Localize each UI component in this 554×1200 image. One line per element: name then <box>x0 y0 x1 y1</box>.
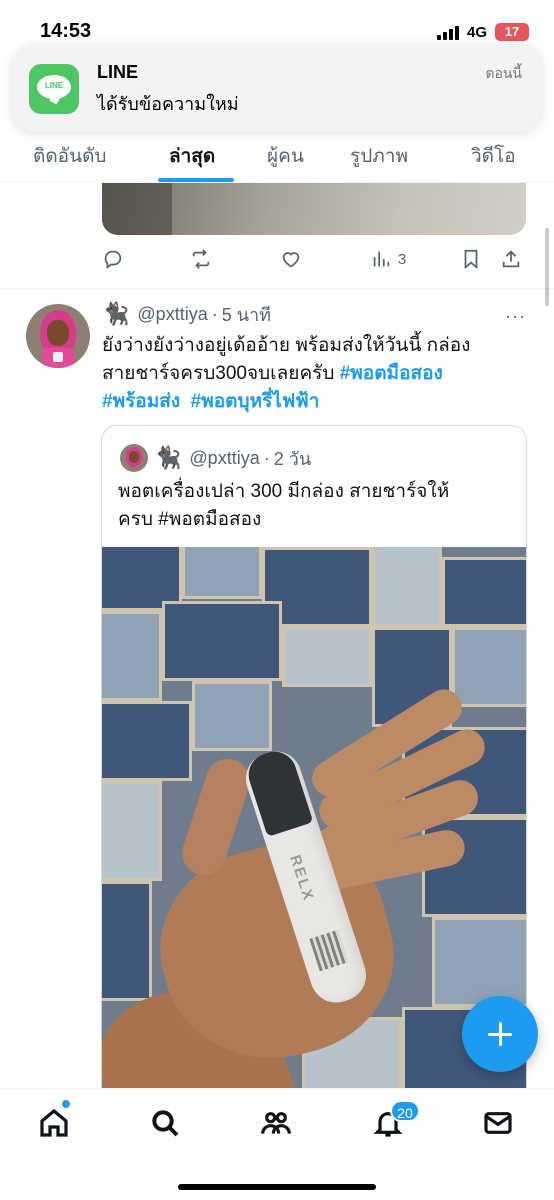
home-indicator[interactable] <box>178 1184 376 1190</box>
views-count: 3 <box>398 250 407 268</box>
user-handle[interactable]: @pxttiya <box>137 304 207 325</box>
previous-tweet-image[interactable] <box>102 183 526 235</box>
repost-button[interactable] <box>190 246 212 272</box>
battery-icon: 17 <box>495 23 529 41</box>
tab-top[interactable]: ติดอันดับ <box>33 141 106 171</box>
status-time: 14:53 <box>40 20 92 42</box>
nav-communities[interactable] <box>260 1107 294 1141</box>
network-type: 4G <box>467 24 488 41</box>
nav-search[interactable] <box>149 1107 183 1141</box>
tweet-text-line1: ยังว่างยังว่างอยู่เด้ออ้าย พร้อมส่งให้วั… <box>102 335 471 356</box>
hashtag-link[interactable]: #พอตมือสอง <box>340 363 443 384</box>
communities-icon <box>261 1112 291 1134</box>
quote-user-handle: @pxttiya <box>189 447 260 468</box>
repost-icon <box>192 249 210 269</box>
quoted-tweet[interactable]: 🐈‍⬛ @pxttiya · 2 วัน พอตเครื่องเปล่า 300… <box>101 425 527 1125</box>
tweet-time[interactable]: 5 นาที <box>222 300 271 329</box>
notification-message: ได้รับข้อความใหม่ <box>97 94 239 114</box>
black-cat-emoji: 🐈‍⬛ <box>102 301 130 326</box>
quote-header: 🐈‍⬛ @pxttiya · 2 วัน <box>154 444 311 472</box>
reply-button[interactable] <box>102 246 124 272</box>
line-app-icon: LINE <box>29 64 79 114</box>
tab-latest[interactable]: ล่าสุด <box>169 141 215 171</box>
home-icon <box>40 1108 68 1137</box>
notification-banner[interactable]: LINE LINE ได้รับข้อความใหม่ ตอนนี้ <box>12 44 542 132</box>
scrollbar[interactable] <box>545 228 549 306</box>
views-chart-icon <box>373 251 390 267</box>
black-cat-emoji: 🐈‍⬛ <box>154 445 182 470</box>
home-new-indicator <box>62 1100 70 1108</box>
reply-icon <box>104 250 122 269</box>
previous-tweet-actions: 3 <box>100 246 530 272</box>
bookmark-icon <box>464 249 478 270</box>
messages-icon <box>484 1112 512 1134</box>
views-button[interactable]: 3 <box>370 246 406 272</box>
avatar[interactable] <box>26 304 90 368</box>
status-bar: 14:53 4G 17 <box>0 0 554 48</box>
search-tabs: ติดอันดับ ล่าสุด ผู้คน รูปภาพ วิดีโอ <box>0 135 554 183</box>
nav-messages[interactable] <box>482 1107 516 1141</box>
like-button[interactable] <box>280 246 302 272</box>
search-icon <box>152 1110 179 1137</box>
tab-videos[interactable]: วิดีโอ <box>471 141 516 171</box>
tweet-header: 🐈‍⬛ @pxttiya · 5 นาที <box>102 300 271 328</box>
tab-photos[interactable]: รูปภาพ <box>350 141 408 171</box>
share-icon <box>502 250 520 268</box>
notifications-badge: 20 <box>390 1100 420 1122</box>
cellular-signal-icon <box>437 26 461 40</box>
compose-tweet-button[interactable] <box>462 996 538 1072</box>
tweet-divider <box>0 288 554 289</box>
hashtag-link[interactable]: #พร้อมส่ง <box>102 391 180 412</box>
quote-avatar <box>120 444 148 472</box>
separator-dot: · <box>211 303 218 324</box>
more-options-icon[interactable]: ··· <box>505 306 526 327</box>
quote-text-line1: พอตเครื่องเปล่า 300 มีกล่อง สายชาร์จให้ <box>118 481 450 502</box>
separator-dot: · <box>263 447 270 468</box>
bookmark-button[interactable] <box>460 246 482 272</box>
product-logo: RELX <box>286 852 318 904</box>
active-tab-indicator <box>158 178 234 182</box>
quote-text: พอตเครื่องเปล่า 300 มีกล่อง สายชาร์จให้ … <box>118 478 510 534</box>
share-button[interactable] <box>500 246 522 272</box>
quote-hashtag: #พอตมือสอง <box>158 509 262 530</box>
tweet-text-line2: สายชาร์จครบ300จบเลยครับ <box>102 363 340 384</box>
heart-icon <box>282 252 300 268</box>
quote-time: 2 วัน <box>273 448 312 469</box>
hashtag-link[interactable]: #พอตบุหรี่ไฟฟ้า <box>191 391 320 412</box>
notification-title: LINE <box>97 62 139 82</box>
tweet-text: ยังว่างยังว่างอยู่เด้ออ้าย พร้อมส่งให้วั… <box>102 332 522 416</box>
quote-text-line2: ครบ <box>118 509 159 530</box>
tab-people[interactable]: ผู้คน <box>267 141 304 171</box>
nav-home[interactable] <box>38 1107 72 1141</box>
notification-time: ตอนนี้ <box>485 65 522 81</box>
